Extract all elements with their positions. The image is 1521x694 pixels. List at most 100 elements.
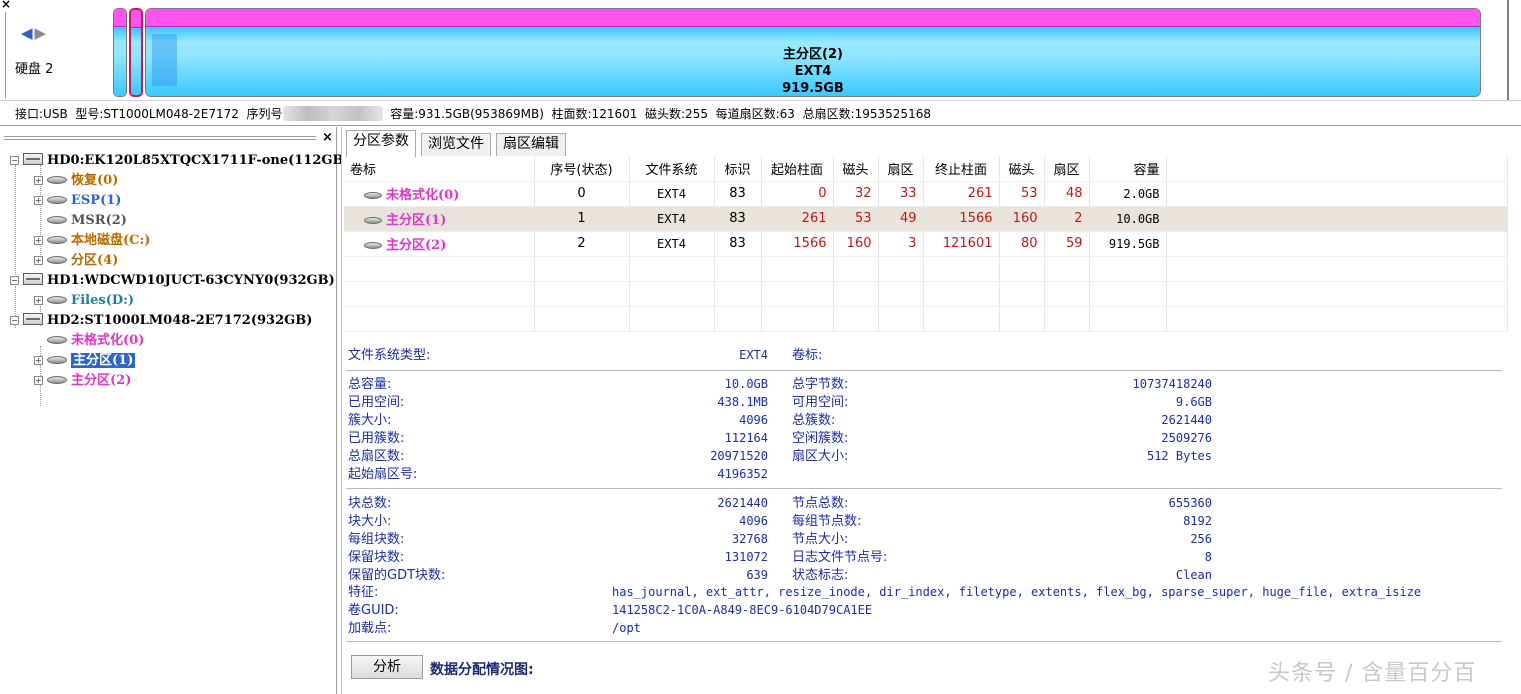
tree-node-label: HD1:WDCWD10JUCT-63CYNY0(932GB) [47, 273, 335, 288]
disk-cylinders: 柱面数:121601 [551, 107, 638, 121]
analyze-button[interactable]: 分析 [351, 655, 423, 679]
table-row-selected[interactable]: 主分区(1) 1 EXT4 83 261 53 49 1566 160 2 10… [344, 206, 1508, 232]
table-row-empty [344, 306, 1508, 332]
guid-value: 141258C2-1C0A-A849-8EC9-6104D79CA1EE [612, 603, 873, 617]
cell: 33 [878, 181, 924, 207]
disk-label: 硬盘 2 [15, 62, 54, 77]
detail-label: 已用簇数: [348, 431, 405, 446]
partition-icon [47, 196, 67, 204]
col-header: 磁头 [833, 156, 879, 182]
tree-node-partition[interactable]: + Files(D:) [34, 291, 134, 311]
cell: 1566 [923, 206, 1000, 232]
disk-model: 型号:ST1000LM048-2E7172 [75, 107, 239, 121]
col-header: 文件系统 [629, 156, 715, 182]
disk-map-bar: × ◀▶ 硬盘 2 主分区(2) EXT4 919.5GB [0, 0, 1521, 126]
prev-disk-icon[interactable]: ◀ [21, 24, 35, 42]
detail-value: 639 [746, 568, 768, 582]
detail-value: 256 [1190, 532, 1212, 546]
tree-node-disk[interactable]: − HD0:EK120L85XTQCX1711F-one(112GB) [10, 151, 350, 171]
tab-bar: 分区参数 浏览文件 扇区编辑 [342, 130, 1509, 157]
detail-value: 4096 [739, 413, 768, 427]
close-icon[interactable]: × [322, 130, 333, 145]
col-header: 标识 [714, 156, 762, 182]
next-disk-icon[interactable]: ▶ [35, 24, 49, 42]
partition-icon [47, 256, 67, 264]
cell: 80 [999, 231, 1045, 257]
partition-icon [47, 356, 67, 364]
hard-disk-icon [23, 153, 43, 165]
detail-label: 节点总数: [792, 496, 849, 511]
detail-value: 438.1MB [717, 395, 768, 409]
cell: 2 [1044, 206, 1090, 232]
cell: 53 [999, 181, 1045, 207]
partition-table: 卷标 序号(状态) 文件系统 标识 起始柱面 磁头 扇区 终止柱面 磁头 扇区 … [344, 156, 1508, 332]
tree-node-partition[interactable]: + 主分区(2) [34, 371, 131, 391]
cell: 83 [714, 231, 762, 257]
cell: 2.0GB [1089, 181, 1167, 207]
fs-type-label: 文件系统类型: [348, 348, 431, 363]
detail-value: 10.0GB [724, 377, 768, 391]
disk-sectors-per-track: 每道扇区数:63 [715, 107, 795, 121]
tree-node-partition[interactable]: + 本地磁盘(C:) [34, 231, 150, 251]
detail-value: 20971520 [710, 449, 768, 463]
detail-label: 簇大小: [348, 413, 392, 428]
disk-serial-label: 序列号 [246, 107, 283, 121]
detail-label: 总容量: [348, 377, 392, 392]
mount-label: 加载点: [348, 621, 392, 636]
table-row[interactable]: 未格式化(0) 0 EXT4 83 0 32 33 261 53 48 2.0G… [344, 181, 1508, 207]
cell: 32 [833, 181, 879, 207]
detail-label: 扇区大小: [792, 449, 849, 464]
partition-segment-primary-2[interactable]: 主分区(2) EXT4 919.5GB [145, 8, 1481, 97]
disk-total-sectors: 总扇区数:1953525168 [802, 107, 931, 121]
detail-value: 9.6GB [1175, 395, 1212, 409]
detail-label: 块总数: [348, 496, 392, 511]
disk-nav: ◀▶ [21, 24, 48, 42]
cell: 83 [714, 181, 762, 207]
features-value: has_journal, ext_attr, resize_inode, dir… [612, 585, 1422, 599]
detail-value: 655360 [1168, 496, 1212, 510]
tree-node-partition[interactable]: MSR(2) [34, 211, 127, 231]
divider [5, 12, 6, 98]
cell: 261 [923, 181, 1000, 207]
col-header: 终止柱面 [923, 156, 1000, 182]
cell: 10.0GB [1089, 206, 1167, 232]
cell: EXT4 [629, 231, 715, 257]
partition-size: 919.5GB [782, 81, 844, 96]
watermark: 头条号 / 含量百分百 [1268, 661, 1477, 686]
partition-segment-primary-1[interactable] [129, 8, 143, 97]
detail-label: 总字节数: [792, 377, 849, 392]
data-allocation-label: 数据分配情况图: [430, 662, 534, 678]
tree-node-partition[interactable]: + 恢复(0) [34, 171, 118, 191]
tree-node-label: Files(D:) [71, 293, 135, 308]
detail-label: 保留的GDT块数: [348, 568, 446, 583]
detail-label: 起始扇区号: [348, 467, 418, 482]
partition-icon [47, 376, 67, 384]
cell: 0 [534, 181, 630, 207]
tree-node-disk[interactable]: − HD2:ST1000LM048-2E7172(932GB) [10, 311, 312, 331]
col-header: 起始柱面 [761, 156, 834, 182]
tree-node-partition-selected[interactable]: + 主分区(1) [34, 351, 136, 371]
mount-value: /opt [612, 621, 641, 635]
serial-redacted [282, 106, 383, 121]
tree-node-label: MSR(2) [71, 213, 127, 228]
detail-label: 日志文件节点号: [792, 550, 888, 565]
tab-browse-files[interactable]: 浏览文件 [421, 133, 491, 156]
tree-node-partition[interactable]: + 分区(4) [34, 251, 118, 271]
detail-label: 状态标志: [792, 568, 849, 583]
cell: 1 [534, 206, 630, 232]
disk-tree-panel: × − HD0:EK120L85XTQCX1711F-one(112GB) + 恢复… [0, 127, 350, 694]
tab-sector-edit[interactable]: 扇区编辑 [496, 133, 566, 156]
detail-label: 每组块数: [348, 532, 405, 547]
tree-header: × [0, 130, 337, 147]
partition-segment-unformatted[interactable] [113, 8, 127, 97]
detail-value: 2509276 [1161, 431, 1212, 445]
close-icon[interactable]: × [1, 0, 11, 11]
tree-node-partition[interactable]: + ESP(1) [34, 191, 121, 211]
tree-node-partition[interactable]: 未格式化(0) [34, 331, 144, 351]
disk-heads: 磁头数:255 [645, 107, 708, 121]
tree-node-disk[interactable]: − HD1:WDCWD10JUCT-63CYNY0(932GB) [10, 271, 335, 291]
table-row[interactable]: 主分区(2) 2 EXT4 83 1566 160 3 121601 80 59… [344, 231, 1508, 257]
detail-value: 131072 [724, 550, 768, 564]
tab-partition-params[interactable]: 分区参数 [346, 130, 416, 157]
detail-label: 每组节点数: [792, 514, 862, 529]
